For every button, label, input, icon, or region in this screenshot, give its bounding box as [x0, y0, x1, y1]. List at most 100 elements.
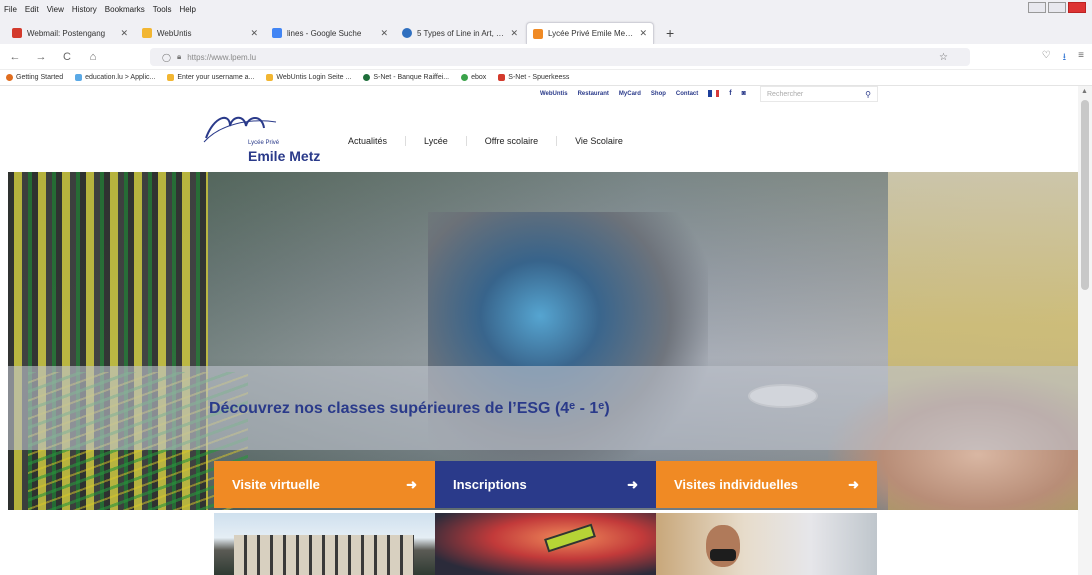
bookmark-label: Getting Started [16, 74, 64, 81]
close-window-button[interactable] [1068, 2, 1086, 13]
downloads-icon[interactable]: ⭳ [1063, 50, 1067, 67]
close-tab-icon[interactable]: ✕ [250, 28, 258, 39]
link-contact[interactable]: Contact [676, 91, 698, 97]
search-placeholder: Rechercher [767, 90, 804, 98]
nav-vie-scolaire[interactable]: Vie Scolaire [557, 136, 641, 146]
menu-tools[interactable]: Tools [153, 5, 172, 14]
visite-virtuelle-button[interactable]: Visite virtuelle ➜ [214, 461, 435, 508]
bookmark-getting-started[interactable]: Getting Started [6, 74, 63, 81]
tab-title: 5 Types of Line in Art, Their Me [417, 28, 506, 38]
url-bar[interactable]: ◯ 🔒︎ https://www.lpem.lu ☆ [150, 48, 970, 66]
ebox-icon [461, 74, 469, 81]
nav-actualites[interactable]: Actualités [330, 136, 407, 146]
close-tab-icon[interactable]: ✕ [639, 28, 647, 39]
link-restaurant[interactable]: Restaurant [578, 91, 609, 97]
toolbar-right: ♡ ⭳ ≡ [1042, 50, 1084, 67]
main-navigation: Actualités Lycée Offre scolaire Vie Scol… [330, 136, 641, 146]
bookmark-ebox[interactable]: ebox [461, 74, 486, 81]
link-webuntis[interactable]: WebUntis [540, 91, 568, 97]
bookmark-label: WebUntis Login Seite ... [276, 74, 352, 81]
webmail-favicon-icon [12, 28, 22, 38]
bookmark-education-lu[interactable]: education.lu > Applic... [75, 74, 155, 81]
webuntis-icon [167, 74, 175, 81]
bookmark-snet-raiffeisen[interactable]: S-Net - Banque Raiffei... [363, 74, 449, 81]
page-scrollbar[interactable]: ▲ [1078, 86, 1092, 575]
tab-webmail[interactable]: Webmail: Postengang ✕ [6, 22, 134, 44]
student-workshop-image[interactable] [656, 513, 877, 575]
hamburger-menu-icon[interactable]: ≡ [1078, 50, 1084, 67]
bookmark-webuntis-login[interactable]: WebUntis Login Seite ... [266, 74, 351, 81]
arrow-right-icon: ➜ [627, 476, 638, 492]
tab-types-of-line[interactable]: 5 Types of Line in Art, Their Me ✕ [396, 22, 524, 44]
scrollbar-thumb[interactable] [1081, 100, 1089, 290]
nav-lycee[interactable]: Lycée [406, 136, 467, 146]
hero-headline[interactable]: Découvrez nos classes supérieures de l’E… [209, 400, 610, 418]
inscriptions-button[interactable]: Inscriptions ➜ [435, 461, 656, 508]
navigation-bar: ← → C ⌂ ◯ 🔒︎ https://www.lpem.lu ☆ ♡ ⭳ ≡ [0, 44, 1092, 70]
menu-file[interactable]: File [4, 5, 17, 14]
menu-bar: File Edit View History Bookmarks Tools H… [0, 0, 1092, 18]
scroll-up-icon[interactable]: ▲ [1081, 88, 1088, 95]
arrow-right-icon: ➜ [406, 476, 417, 492]
new-tab-button[interactable]: + [656, 22, 684, 44]
bookmarks-toolbar: Getting Started education.lu > Applic...… [0, 70, 1092, 86]
bookmark-snet-spuerkeess[interactable]: S-Net - Spuerkeess [498, 74, 569, 81]
arrow-right-icon: ➜ [848, 476, 859, 492]
bookmark-label: ebox [471, 74, 487, 81]
page-viewport: WebUntis Restaurant MyCard Shop Contact … [0, 86, 1078, 575]
close-tab-icon[interactable]: ✕ [120, 28, 128, 39]
tab-title: WebUntis [157, 28, 192, 38]
tab-google-search[interactable]: lines - Google Suche ✕ [266, 22, 394, 44]
tab-lycee-emile-metz[interactable]: Lycée Privé Emile Metz - Etabl ✕ [526, 22, 654, 44]
logo-subtitle: Lycée Privé [248, 140, 280, 146]
menu-edit[interactable]: Edit [25, 5, 39, 14]
logo-title: Emile Metz [248, 148, 321, 164]
lpem-favicon-icon [533, 28, 543, 39]
tab-title: Webmail: Postengang [27, 28, 106, 38]
facebook-icon[interactable]: f [729, 90, 731, 97]
hero-image [8, 172, 1078, 510]
cta-label: Inscriptions [453, 477, 527, 492]
bookmark-star-icon[interactable]: ☆ [939, 52, 948, 63]
nav-offre-scolaire[interactable]: Offre scolaire [467, 136, 558, 146]
close-tab-icon[interactable]: ✕ [510, 28, 518, 39]
pocket-icon[interactable]: ♡ [1042, 50, 1051, 67]
link-shop[interactable]: Shop [651, 91, 666, 97]
instagram-icon[interactable]: ◙ [742, 90, 746, 97]
education-icon [75, 74, 83, 81]
site-logo[interactable]: Lycée Privé Emile Metz [200, 108, 325, 168]
webuntis-favicon-icon [142, 28, 152, 38]
call-to-action-row: Visite virtuelle ➜ Inscriptions ➜ Visite… [214, 461, 877, 508]
circuit-board-image[interactable] [435, 513, 656, 575]
building-facade [234, 535, 414, 575]
bookmark-label: S-Net - Spuerkeess [508, 74, 570, 81]
maximize-button[interactable] [1048, 2, 1066, 13]
menu-history[interactable]: History [72, 5, 97, 14]
back-button[interactable]: ← [8, 51, 22, 63]
tab-title: Lycée Privé Emile Metz - Etabl [548, 29, 634, 38]
tab-webuntis[interactable]: WebUntis ✕ [136, 22, 264, 44]
link-mycard[interactable]: MyCard [619, 91, 641, 97]
hero-caption-band: Découvrez nos classes supérieures de l’E… [8, 366, 1078, 450]
visites-individuelles-button[interactable]: Visites individuelles ➜ [656, 461, 877, 508]
home-button[interactable]: ⌂ [86, 51, 100, 63]
french-flag-icon[interactable] [708, 90, 720, 97]
cta-label: Visites individuelles [674, 477, 799, 492]
menu-help[interactable]: Help [179, 5, 195, 14]
cta-label: Visite virtuelle [232, 477, 320, 492]
menu-bookmarks[interactable]: Bookmarks [105, 5, 145, 14]
site-search-input[interactable]: Rechercher ⚲ [760, 86, 878, 102]
bookmark-enter-username[interactable]: Enter your username a... [167, 74, 254, 81]
webuntis-icon [266, 74, 274, 81]
minimize-button[interactable] [1028, 2, 1046, 13]
forward-button[interactable]: → [34, 51, 48, 63]
menu-view[interactable]: View [47, 5, 64, 14]
shield-icon: ◯ [162, 52, 171, 62]
search-icon[interactable]: ⚲ [865, 90, 871, 99]
google-favicon-icon [272, 28, 282, 38]
reload-button[interactable]: C [60, 51, 74, 63]
tab-title: lines - Google Suche [287, 28, 362, 38]
school-building-image[interactable] [214, 513, 435, 575]
close-tab-icon[interactable]: ✕ [380, 28, 388, 39]
bookmark-label: S-Net - Banque Raiffei... [373, 74, 450, 81]
